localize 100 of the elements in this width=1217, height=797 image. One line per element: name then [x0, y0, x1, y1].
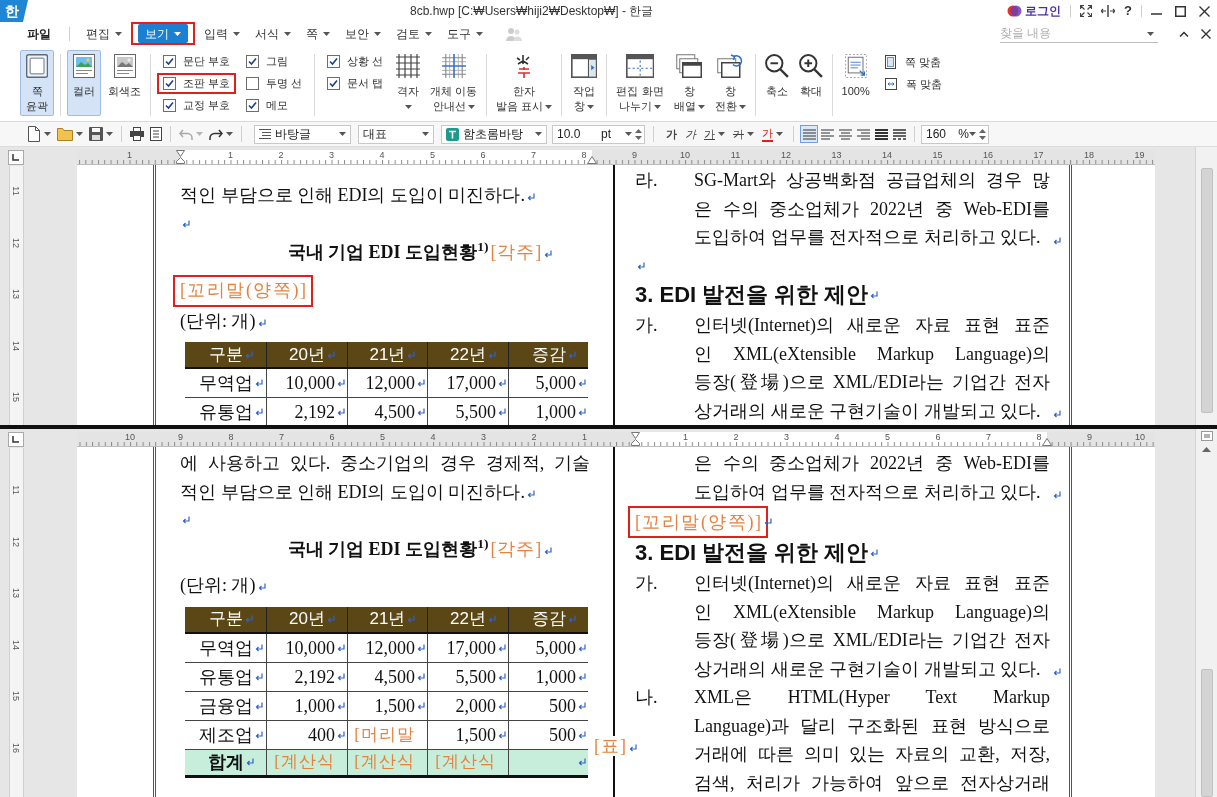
- checkbox[interactable]: [163, 99, 176, 112]
- checkbox-label[interactable]: 그림: [266, 53, 289, 70]
- ribbon-button[interactable]: 폭 맞춤: [882, 75, 944, 93]
- ribbon-button[interactable]: 개체 이동 안내선: [427, 50, 481, 116]
- scrollbar-thumb[interactable]: [1200, 669, 1213, 797]
- ruler-number: 10: [680, 150, 690, 160]
- toggle-button[interactable]: 컬러: [67, 50, 101, 116]
- checkbox[interactable]: [327, 55, 341, 68]
- close-icon[interactable]: [1199, 5, 1210, 17]
- ribbon-button[interactable]: 한자 발음 표시: [493, 50, 556, 116]
- ruler-number: 4: [430, 432, 436, 442]
- format-button[interactable]: 가: [758, 124, 787, 144]
- ribbon-button[interactable]: 쪽 맞춤: [882, 53, 944, 71]
- control-code: [계산식: [274, 752, 335, 772]
- checkbox[interactable]: [246, 55, 260, 68]
- scroll-up-icon[interactable]: [1202, 447, 1211, 452]
- ribbon-button[interactable]: 격자: [393, 50, 424, 116]
- ribbon-button[interactable]: 확대: [795, 50, 826, 116]
- checkbox-label[interactable]: 문서 탭: [347, 75, 384, 92]
- menu-item[interactable]: 보기: [138, 24, 188, 43]
- tab-stop-icon[interactable]: [8, 150, 24, 165]
- tab-stop-icon[interactable]: [8, 432, 24, 447]
- maximize-icon[interactable]: [1175, 5, 1186, 17]
- caret-icon: [422, 132, 429, 136]
- ruler-number: 15: [11, 392, 21, 402]
- spinner-arrows-icon[interactable]: [635, 127, 642, 141]
- checkbox[interactable]: [163, 77, 176, 90]
- grid-icon: [396, 54, 421, 78]
- menu-item[interactable]: 서식: [251, 24, 295, 43]
- close-icon[interactable]: [1201, 28, 1211, 39]
- grayscale-picture-icon: [113, 54, 136, 78]
- checkbox-label[interactable]: 상황 선: [347, 53, 384, 70]
- ruler-number: 11: [730, 150, 741, 160]
- toolbar-button[interactable]: [147, 124, 165, 144]
- body-text: 적인 부담으로 인해 EDI의 도입이 미진하다.: [180, 185, 525, 205]
- cell-value: 4,500: [374, 666, 415, 687]
- checkbox[interactable]: [327, 77, 341, 90]
- row-label: 유통업: [198, 666, 253, 687]
- caret-icon[interactable]: [1147, 31, 1154, 36]
- help-button[interactable]: ?: [1124, 4, 1132, 18]
- expand-icon[interactable]: [1080, 5, 1093, 17]
- indent-marker-icon[interactable]: [630, 432, 640, 446]
- checkbox[interactable]: [163, 55, 176, 68]
- caret-icon: [625, 132, 632, 136]
- checkbox-label[interactable]: 문단 부호: [183, 53, 231, 70]
- scrollbar-thumb[interactable]: [1200, 168, 1213, 413]
- control-code: [계산식: [435, 752, 496, 772]
- ruler-number: 13: [11, 289, 21, 299]
- ruler-number: 9: [1087, 432, 1092, 442]
- toolbar-button[interactable]: [127, 124, 147, 144]
- ribbon-button[interactable]: 창 전환: [711, 50, 749, 116]
- indent-marker-icon[interactable]: [175, 150, 185, 164]
- checkbox[interactable]: [246, 99, 260, 112]
- checkbox-label[interactable]: 조판 부호: [183, 75, 231, 92]
- font-size-field[interactable]: 10.0 pt: [552, 124, 645, 144]
- checkbox-label[interactable]: 투명 선: [266, 75, 303, 92]
- ruler-number: 8: [581, 150, 587, 160]
- style-dropdown[interactable]: 바탕글: [254, 124, 351, 144]
- menu-item[interactable]: 파일: [23, 24, 55, 43]
- menu-item[interactable]: 입력: [200, 24, 244, 43]
- format-button[interactable]: 가: [662, 124, 681, 144]
- format-button[interactable]: 가: [700, 124, 729, 144]
- ribbon-button[interactable]: 100%: [838, 50, 873, 116]
- checkbox-label[interactable]: 메모: [266, 97, 289, 114]
- format-button[interactable]: 가: [729, 124, 758, 144]
- menu-item[interactable]: 검토: [392, 24, 436, 43]
- format-button[interactable]: 가: [681, 124, 700, 144]
- chevron-up-icon[interactable]: [1179, 30, 1189, 37]
- ruler-number: 15: [932, 150, 943, 160]
- font-dropdown[interactable]: 함초롬바탕: [441, 124, 547, 144]
- body-text: XML은 HTML(Hyper Text Markup Language)과 달리 구조화된 표현 방식으로 거래에 따른 의미 있는 자료의 교환, 저장, 검색, 처리가 가능하여 앞으로 전자상거래: [694, 687, 1050, 793]
- ribbon-button[interactable]: 창 배열: [670, 50, 708, 116]
- zoom-field[interactable]: 160 %: [921, 124, 989, 144]
- toggle-button[interactable]: 회색조: [105, 50, 144, 116]
- ribbon-button[interactable]: 작업 창: [568, 50, 601, 116]
- language-dropdown[interactable]: 대표: [358, 124, 434, 144]
- login-link[interactable]: 로그인: [1025, 2, 1062, 20]
- cell-value: 17,000: [446, 373, 496, 393]
- toggle-button[interactable]: 쪽 윤곽: [20, 50, 54, 116]
- ruler-number: 9: [178, 432, 183, 442]
- menu-item[interactable]: 보안: [341, 24, 385, 43]
- menu-item[interactable]: 도구: [443, 24, 487, 43]
- split-handle-icon[interactable]: [1200, 431, 1213, 441]
- search-field[interactable]: 찾을 내용: [1000, 24, 1158, 43]
- checkbox[interactable]: [246, 77, 260, 90]
- folder-icon: [57, 127, 73, 141]
- split-arrows-icon[interactable]: [1101, 5, 1116, 17]
- control-code: [각주]: [490, 538, 543, 559]
- ribbon-button[interactable]: 축소: [761, 50, 792, 116]
- spinner-arrows-icon[interactable]: [979, 127, 986, 141]
- caret-icon: [535, 132, 542, 136]
- checkbox-label[interactable]: 교정 부호: [183, 97, 231, 114]
- toolbar-button[interactable]: [86, 124, 116, 144]
- menu-item[interactable]: 편집: [82, 24, 126, 43]
- ruler-number: 5: [380, 432, 385, 442]
- ribbon-button[interactable]: 편집 화면 나누기: [613, 50, 667, 116]
- ruler-number: 3: [481, 432, 486, 442]
- menu-item[interactable]: 쪽: [302, 24, 334, 43]
- control-code: [꼬리말(양쪽)]: [180, 279, 308, 303]
- row-label: 무역업: [198, 373, 253, 393]
